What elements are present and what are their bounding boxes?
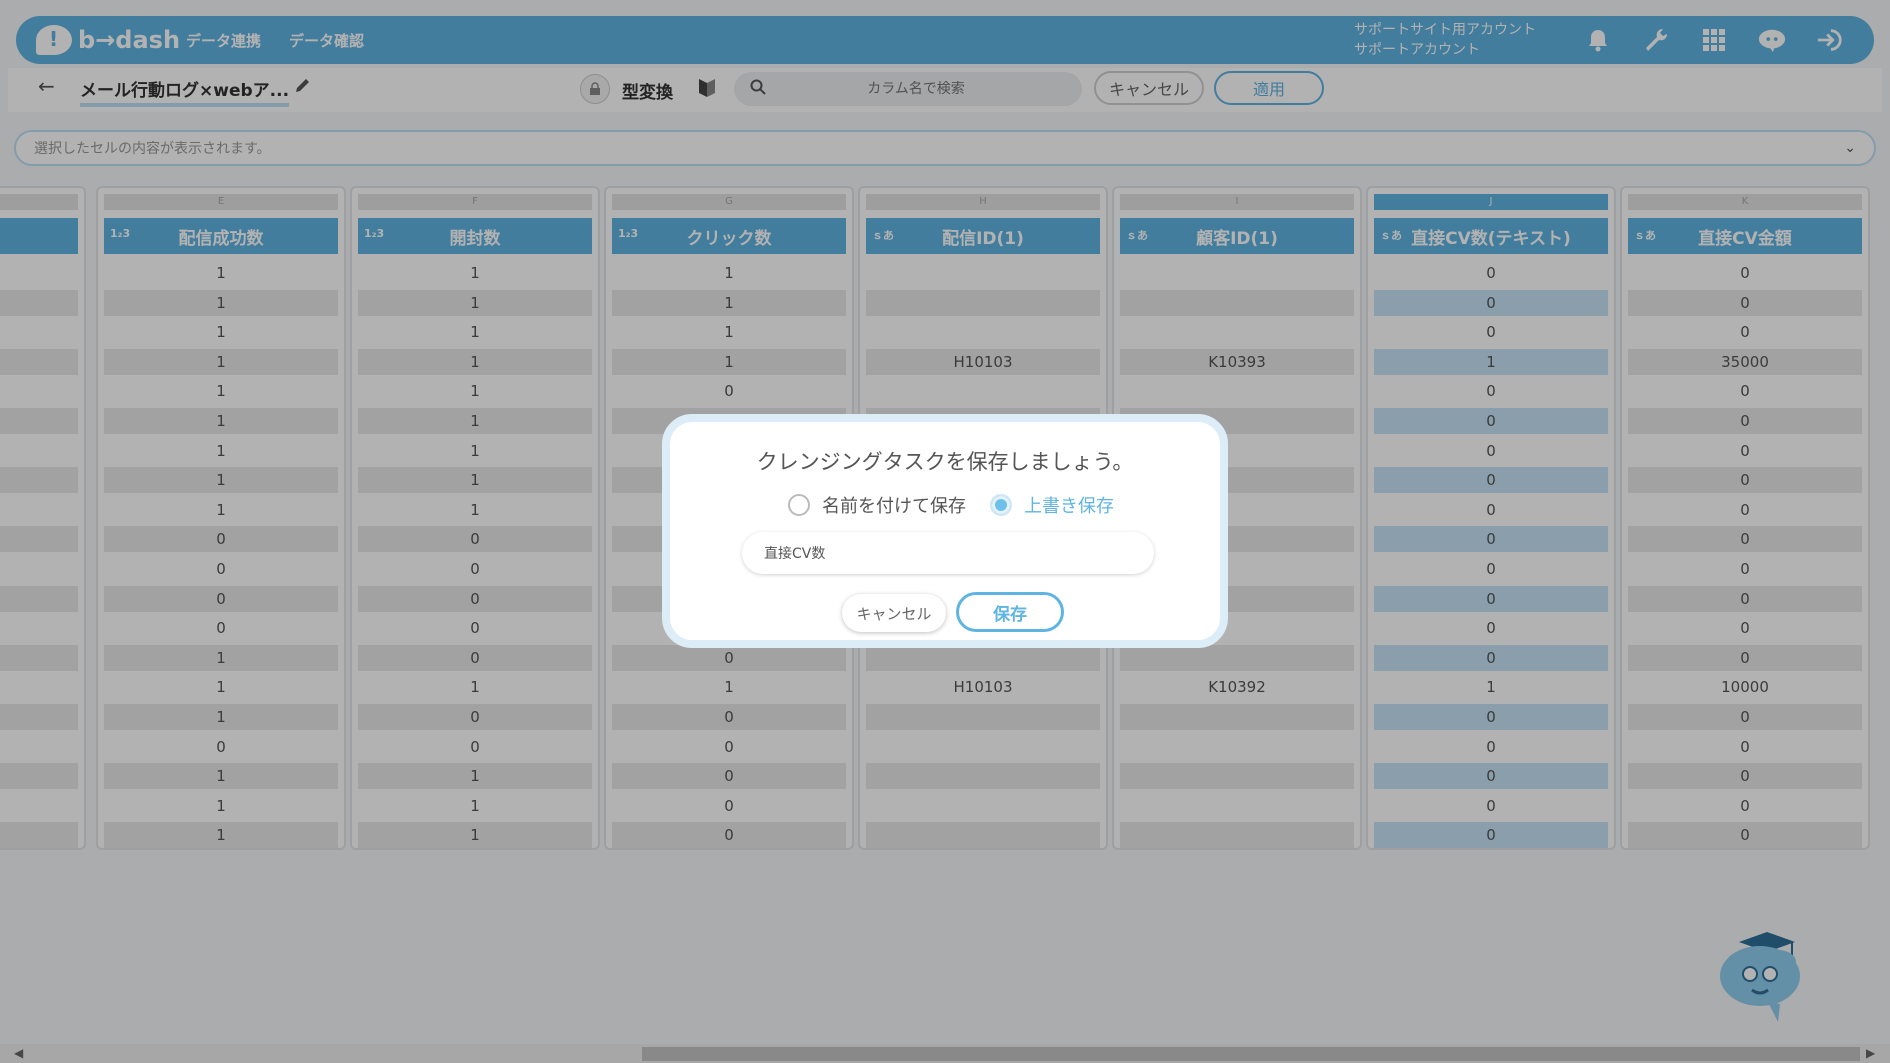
save-mode-options: 名前を付けて保存 上書き保存 <box>788 492 1138 518</box>
save-task-dialog: クレンジングタスクを保存しましょう。 名前を付けて保存 上書き保存 キャンセル … <box>662 414 1228 648</box>
radio-overwrite[interactable] <box>990 494 1012 516</box>
dialog-cancel-button[interactable]: キャンセル <box>842 594 946 632</box>
radio-save-as-new[interactable] <box>788 494 810 516</box>
radio-save-as-new-label[interactable]: 名前を付けて保存 <box>822 492 966 518</box>
dialog-save-button[interactable]: 保存 <box>956 592 1064 632</box>
dialog-title: クレンジングタスクを保存しましょう。 <box>756 450 1134 474</box>
radio-overwrite-label[interactable]: 上書き保存 <box>1024 492 1114 518</box>
task-name-field[interactable] <box>742 532 1154 574</box>
